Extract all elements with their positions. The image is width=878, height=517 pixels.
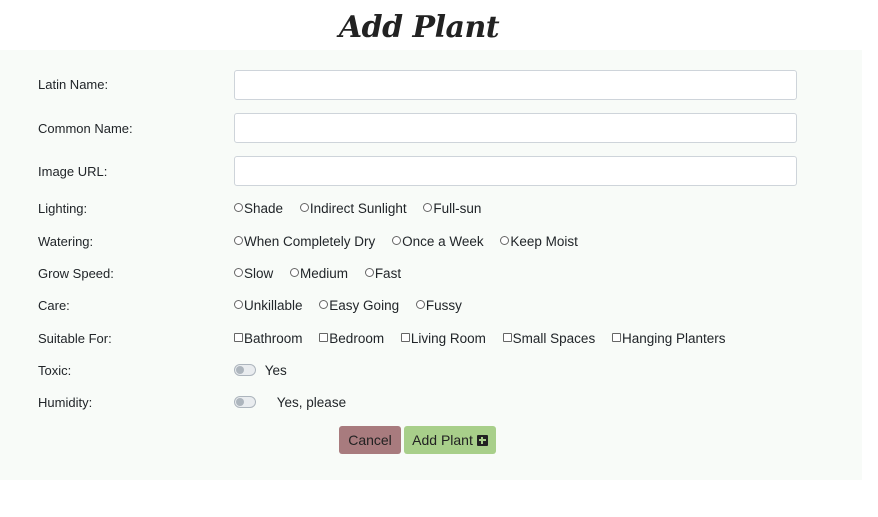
humidity-toggle-label: Yes, please <box>276 395 347 410</box>
grow-speed-option-fast[interactable]: Fast <box>364 266 401 281</box>
radio-icon[interactable] <box>299 203 309 212</box>
lighting-option-indirect-sunlight[interactable]: Indirect Sunlight <box>299 201 407 216</box>
latin-name-input[interactable] <box>234 70 797 100</box>
watering-option-once-a-week[interactable]: Once a Week <box>392 234 484 249</box>
suitable-for-option-hanging-planters[interactable]: Hanging Planters <box>611 331 726 346</box>
checkbox-icon[interactable] <box>400 333 410 342</box>
checkbox-icon[interactable] <box>234 333 243 342</box>
grow-speed-option-medium[interactable]: Medium <box>290 266 348 281</box>
humidity-toggle[interactable] <box>234 396 256 408</box>
checkbox-icon[interactable] <box>611 333 621 342</box>
page-title: Add Plant <box>338 10 500 45</box>
radio-icon[interactable] <box>392 236 402 245</box>
grow-speed-option-slow[interactable]: Slow <box>234 266 273 281</box>
radio-icon[interactable] <box>500 236 510 245</box>
checkbox-icon[interactable] <box>319 333 329 342</box>
cancel-button[interactable]: Cancel <box>339 426 401 454</box>
suitable-for-label: Suitable For: <box>38 331 112 346</box>
radio-icon[interactable] <box>319 300 329 309</box>
latin-name-label: Latin Name: <box>38 77 109 92</box>
radio-icon[interactable] <box>290 268 300 277</box>
common-name-label: Common Name: <box>38 121 133 136</box>
suitable-for-option-bedroom[interactable]: Bedroom <box>319 331 384 346</box>
care-option-fussy[interactable]: Fussy <box>415 298 462 313</box>
radio-icon[interactable] <box>234 268 243 277</box>
image-url-label: Image URL: <box>38 164 108 179</box>
toxic-toggle-label: Yes <box>264 363 287 378</box>
watering-option-when-completely-dry[interactable]: When Completely Dry <box>234 234 375 249</box>
lighting-option-full-sun[interactable]: Full-sun <box>423 201 481 216</box>
toggle-knob <box>236 398 244 406</box>
lighting-label: Lighting: <box>38 201 88 216</box>
grow-speed-label: Grow Speed: <box>38 266 114 281</box>
radio-icon[interactable] <box>234 203 243 212</box>
watering-label: Watering: <box>38 234 94 249</box>
toggle-knob <box>236 366 244 374</box>
lighting-option-shade[interactable]: Shade <box>234 201 283 216</box>
checkbox-icon[interactable] <box>502 333 512 342</box>
care-option-unkillable[interactable]: Unkillable <box>234 298 303 313</box>
care-label: Care: <box>38 298 70 313</box>
image-url-input[interactable] <box>234 156 797 186</box>
care-option-easy-going[interactable]: Easy Going <box>319 298 399 313</box>
radio-icon[interactable] <box>364 268 374 277</box>
humidity-label: Humidity: <box>38 395 93 410</box>
radio-icon[interactable] <box>415 300 425 309</box>
radio-icon[interactable] <box>423 203 433 212</box>
plus-square-icon <box>476 434 488 446</box>
common-name-input[interactable] <box>234 113 797 143</box>
toxic-toggle[interactable] <box>234 364 256 376</box>
toxic-label: Toxic: <box>38 363 72 378</box>
suitable-for-option-bathroom[interactable]: Bathroom <box>234 331 303 346</box>
suitable-for-option-living-room[interactable]: Living Room <box>400 331 486 346</box>
radio-icon[interactable] <box>234 300 243 309</box>
add-plant-button[interactable]: Add Plant <box>404 426 496 454</box>
suitable-for-option-small-spaces[interactable]: Small Spaces <box>502 331 595 346</box>
radio-icon[interactable] <box>234 236 243 245</box>
watering-option-keep-moist[interactable]: Keep Moist <box>500 234 578 249</box>
